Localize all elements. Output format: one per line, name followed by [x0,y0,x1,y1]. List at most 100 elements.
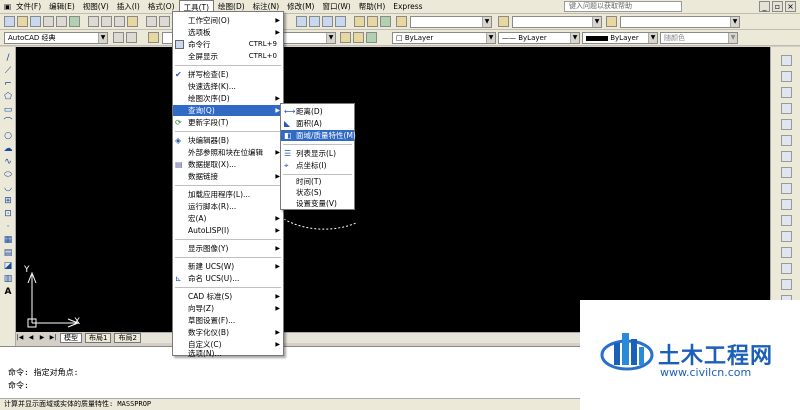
copy-object-icon[interactable] [781,71,792,82]
drawing-canvas[interactable]: Y X [16,47,770,332]
ellipse-arc-icon[interactable]: ◡ [3,183,13,193]
menu-item-tablet[interactable]: 数字化仪(B) ▶ [173,327,283,338]
prev-tab-icon[interactable]: ◀ [27,333,35,342]
tab-layout2[interactable]: 布局2 [114,332,141,343]
menu-item-autolisp[interactable]: AutoLISP(I) ▶ [173,225,283,236]
multiline-text-icon[interactable]: A [3,287,13,297]
text-style-icon[interactable] [396,16,407,27]
next-tab-icon[interactable]: ▶ [38,333,46,342]
polygon-icon[interactable]: ⬠ [3,92,13,102]
arc-icon[interactable]: ⌒ [3,118,13,128]
table-icon[interactable]: ▥ [3,274,13,284]
gradient-icon[interactable]: ▤ [3,248,13,258]
stretch-icon[interactable] [781,183,792,194]
array-icon[interactable] [781,119,792,130]
circle-icon[interactable]: ○ [3,131,13,141]
layer-states-icon[interactable] [366,32,377,43]
first-tab-icon[interactable]: |◀ [16,333,24,342]
make-current-layer-icon[interactable] [340,32,351,43]
polyline-icon[interactable]: ⌐ [3,79,13,89]
workspace-settings-icon[interactable] [113,32,124,43]
dim-style-combo[interactable]: ▼ [512,16,602,28]
menu-help[interactable]: 帮助(H) [355,0,390,13]
submenu-item-area[interactable]: ◣ 面积(A) [281,118,354,129]
table-style-combo[interactable]: ▼ [620,16,740,28]
revision-cloud-icon[interactable]: ☁ [3,144,13,154]
tab-model[interactable]: 模型 [60,332,82,343]
point-icon[interactable]: · [3,222,13,232]
submenu-item-set-variable[interactable]: 设置变量(V) [281,198,354,209]
command-prompt-line[interactable]: 命令: [8,380,29,391]
menu-item-workspaces[interactable]: 工作空间(O) ▶ [173,15,283,26]
tool-palette-icon[interactable] [380,16,391,27]
menu-item-draw-order[interactable]: 绘图次序(D) ▶ [173,93,283,104]
submenu-item-mass-properties[interactable]: ◧ 面域/质量特性(M) [281,130,356,141]
last-tab-icon[interactable]: ▶| [49,333,57,342]
menu-item-data-extraction[interactable]: ▤ 数据提取(X)... [173,159,283,170]
menu-view[interactable]: 视图(V) [79,0,113,13]
layer-previous-icon[interactable] [353,32,364,43]
trim-icon[interactable] [781,199,792,210]
menu-item-cad-standards[interactable]: CAD 标准(S) ▶ [173,291,283,302]
dim-style-icon[interactable] [498,16,509,27]
menu-edit[interactable]: 编辑(E) [45,0,79,13]
rotate-icon[interactable] [781,151,792,162]
menu-item-display-image[interactable]: 显示图像(Y) ▶ [173,243,283,254]
minimize-icon[interactable]: _ [759,1,770,12]
menu-item-update-fields[interactable]: ⟳ 更新字段(T) [173,117,283,128]
menu-item-data-links[interactable]: 数据链接 ▶ [173,171,283,182]
plotstyle-combo[interactable]: 随颜色 ▼ [660,32,738,44]
menu-item-quick-select[interactable]: 快速选择(K)... [173,81,283,92]
fillet-icon[interactable] [781,279,792,290]
menu-express[interactable]: Express [389,0,426,13]
linetype-combo[interactable]: —— ByLayer ▼ [498,32,580,44]
menu-item-drafting-settings[interactable]: 草图设置(F)... [173,315,283,326]
ellipse-icon[interactable]: ⬭ [3,170,13,180]
close-icon[interactable]: × [785,1,796,12]
construction-line-icon[interactable]: ⟋ [3,66,13,76]
help-search-input[interactable]: 键入问题以获取帮助 [564,1,682,12]
spline-icon[interactable]: ∿ [3,157,13,167]
open-file-icon[interactable] [17,16,28,27]
cut-icon[interactable] [88,16,99,27]
rectangle-icon[interactable]: ▭ [3,105,13,115]
menu-item-macro[interactable]: 宏(A) ▶ [173,213,283,224]
hatch-icon[interactable]: ▦ [3,235,13,245]
publish-icon[interactable] [69,16,80,27]
design-center-icon[interactable] [367,16,378,27]
chamfer-icon[interactable] [781,263,792,274]
move-icon[interactable] [781,135,792,146]
menu-modify[interactable]: 修改(M) [283,0,318,13]
menu-item-command-line[interactable]: 命令行 CTRL+9 [173,39,283,50]
menu-item-wizards[interactable]: 向导(Z) ▶ [173,303,283,314]
menu-item-xref-edit[interactable]: 外部参照和块在位编辑 ▶ [173,147,283,158]
menu-item-spell-check[interactable]: ✔ 拼写检查(E) [173,69,283,80]
command-window[interactable]: 命令: 指定对角点: 命令: [0,346,580,398]
new-file-icon[interactable] [4,16,15,27]
match-properties-icon[interactable] [127,16,138,27]
text-style-combo[interactable]: ▼ [410,16,492,28]
submenu-item-status[interactable]: 状态(S) [281,187,354,198]
extend-icon[interactable] [781,215,792,226]
menu-item-options[interactable]: 选项(N)... [173,349,283,358]
workspace-combo[interactable]: AutoCAD 经典 ▼ [4,32,108,44]
submenu-item-time[interactable]: 时间(T) [281,176,354,187]
menu-item-named-ucs[interactable]: ⊾ 命名 UCS(U)... [173,273,283,284]
workspace-save-icon[interactable] [126,32,137,43]
redo-icon[interactable] [159,16,170,27]
restore-icon[interactable]: ▫ [772,1,783,12]
offset-icon[interactable] [781,103,792,114]
menu-item-fullscreen[interactable]: 全屏显示 CTRL+0 [173,51,283,62]
submenu-item-id-point[interactable]: ⌖ 点坐标(I) [281,160,354,171]
color-combo[interactable]: □ ByLayer ▼ [392,32,496,44]
paste-icon[interactable] [114,16,125,27]
region-icon[interactable]: ◪ [3,261,13,271]
menu-item-run-script[interactable]: 运行脚本(R)... [173,201,283,212]
menu-item-load-application[interactable]: 加载应用程序(L)... [173,189,283,200]
erase-icon[interactable] [781,55,792,66]
zoom-realtime-icon[interactable] [309,16,320,27]
pan-icon[interactable] [296,16,307,27]
menu-item-inquiry[interactable]: 查询(Q) ▶ [173,105,283,116]
print-icon[interactable] [43,16,54,27]
scale-icon[interactable] [781,167,792,178]
